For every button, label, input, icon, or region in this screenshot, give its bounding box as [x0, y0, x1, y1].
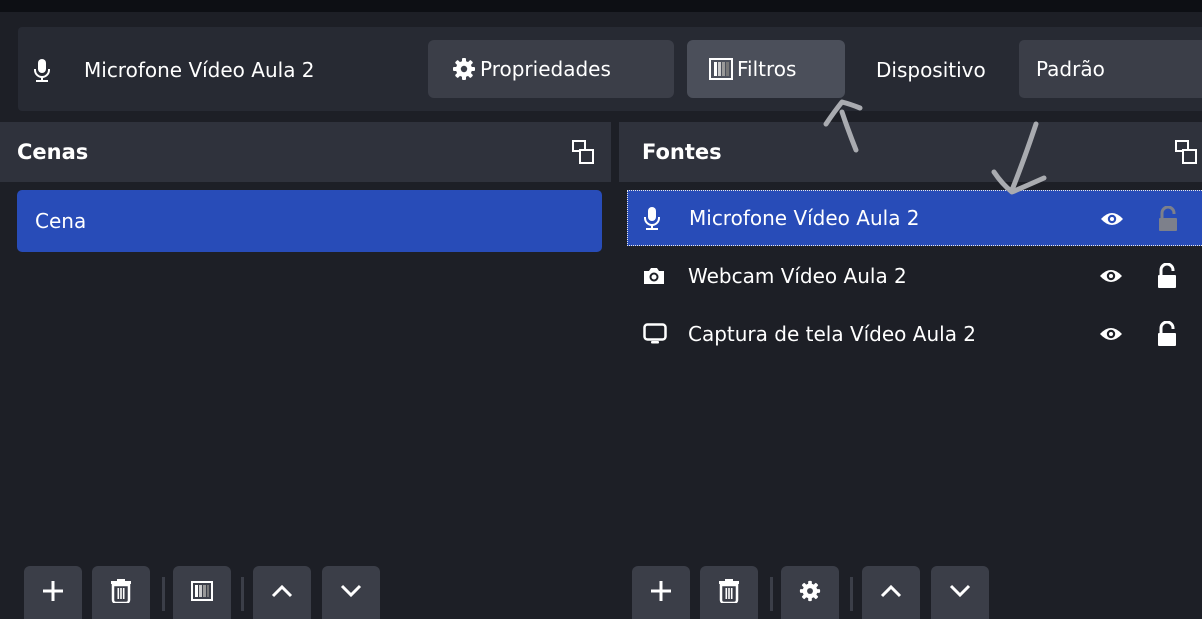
chevron-down-icon [340, 583, 362, 602]
toolbar-separator [162, 577, 165, 611]
gear-icon [452, 57, 476, 81]
scenes-header: Cenas [0, 122, 611, 182]
source-row-webcam[interactable]: Webcam Vídeo Aula 2 [627, 248, 1202, 304]
chevron-down-icon [949, 583, 971, 602]
filter-icon [191, 580, 213, 605]
sources-title: Fontes [642, 140, 722, 164]
add-source-button[interactable] [632, 566, 690, 619]
add-scene-button[interactable] [24, 566, 82, 619]
sources-list: Microfone Vídeo Aula 2 Webcam Vídeo Aula… [619, 182, 1202, 619]
chevron-up-icon [880, 583, 902, 602]
trash-icon [719, 578, 739, 607]
toolbar-separator [241, 577, 244, 611]
remove-scene-button[interactable] [92, 566, 150, 619]
trash-icon [111, 578, 131, 607]
source-label: Captura de tela Vídeo Aula 2 [688, 322, 977, 346]
lock-icon[interactable] [1157, 248, 1177, 304]
filters-button[interactable]: Filtros [687, 40, 845, 98]
remove-source-button[interactable] [700, 566, 758, 619]
window-top-strip [0, 0, 1202, 12]
move-source-up-button[interactable] [862, 566, 920, 619]
sources-dock: Fontes Microfone Vídeo Aula 2 Webcam Víd… [619, 122, 1202, 619]
source-label: Webcam Vídeo Aula 2 [688, 264, 907, 288]
microphone-icon [644, 191, 660, 247]
eye-icon[interactable] [1100, 191, 1124, 247]
chevron-up-icon [271, 583, 293, 602]
device-label: Dispositivo [876, 58, 986, 82]
source-properties-button[interactable] [781, 566, 839, 619]
eye-icon[interactable] [1099, 306, 1123, 362]
properties-label: Propriedades [480, 57, 611, 81]
undock-icon[interactable] [572, 140, 594, 168]
properties-button[interactable]: Propriedades [428, 40, 674, 98]
monitor-icon [643, 306, 667, 362]
undock-icon[interactable] [1175, 140, 1197, 168]
toolbar-separator [770, 577, 773, 611]
scenes-title: Cenas [17, 140, 89, 164]
source-label: Microfone Vídeo Aula 2 [689, 206, 920, 230]
scenes-list: Cena [0, 182, 611, 619]
source-row-microphone[interactable]: Microfone Vídeo Aula 2 [627, 190, 1202, 246]
move-scene-down-button[interactable] [322, 566, 380, 619]
microphone-icon [34, 59, 50, 87]
sources-header: Fontes [619, 122, 1202, 182]
scene-filters-button[interactable] [173, 566, 231, 619]
lock-icon[interactable] [1158, 191, 1178, 247]
camera-icon [643, 248, 665, 304]
gear-icon [799, 580, 821, 606]
eye-icon[interactable] [1099, 248, 1123, 304]
scene-item[interactable]: Cena [17, 190, 602, 252]
toolbar-separator [850, 577, 853, 611]
filter-icon [709, 58, 733, 80]
selected-source-name: Microfone Vídeo Aula 2 [84, 58, 315, 82]
move-source-down-button[interactable] [931, 566, 989, 619]
move-scene-up-button[interactable] [253, 566, 311, 619]
plus-icon [42, 580, 64, 606]
device-select[interactable]: Padrão [1019, 40, 1202, 98]
lock-icon[interactable] [1157, 306, 1177, 362]
filters-label: Filtros [737, 57, 797, 81]
plus-icon [650, 580, 672, 606]
scenes-dock: Cenas Cena [0, 122, 611, 619]
source-row-screen-capture[interactable]: Captura de tela Vídeo Aula 2 [627, 306, 1202, 362]
